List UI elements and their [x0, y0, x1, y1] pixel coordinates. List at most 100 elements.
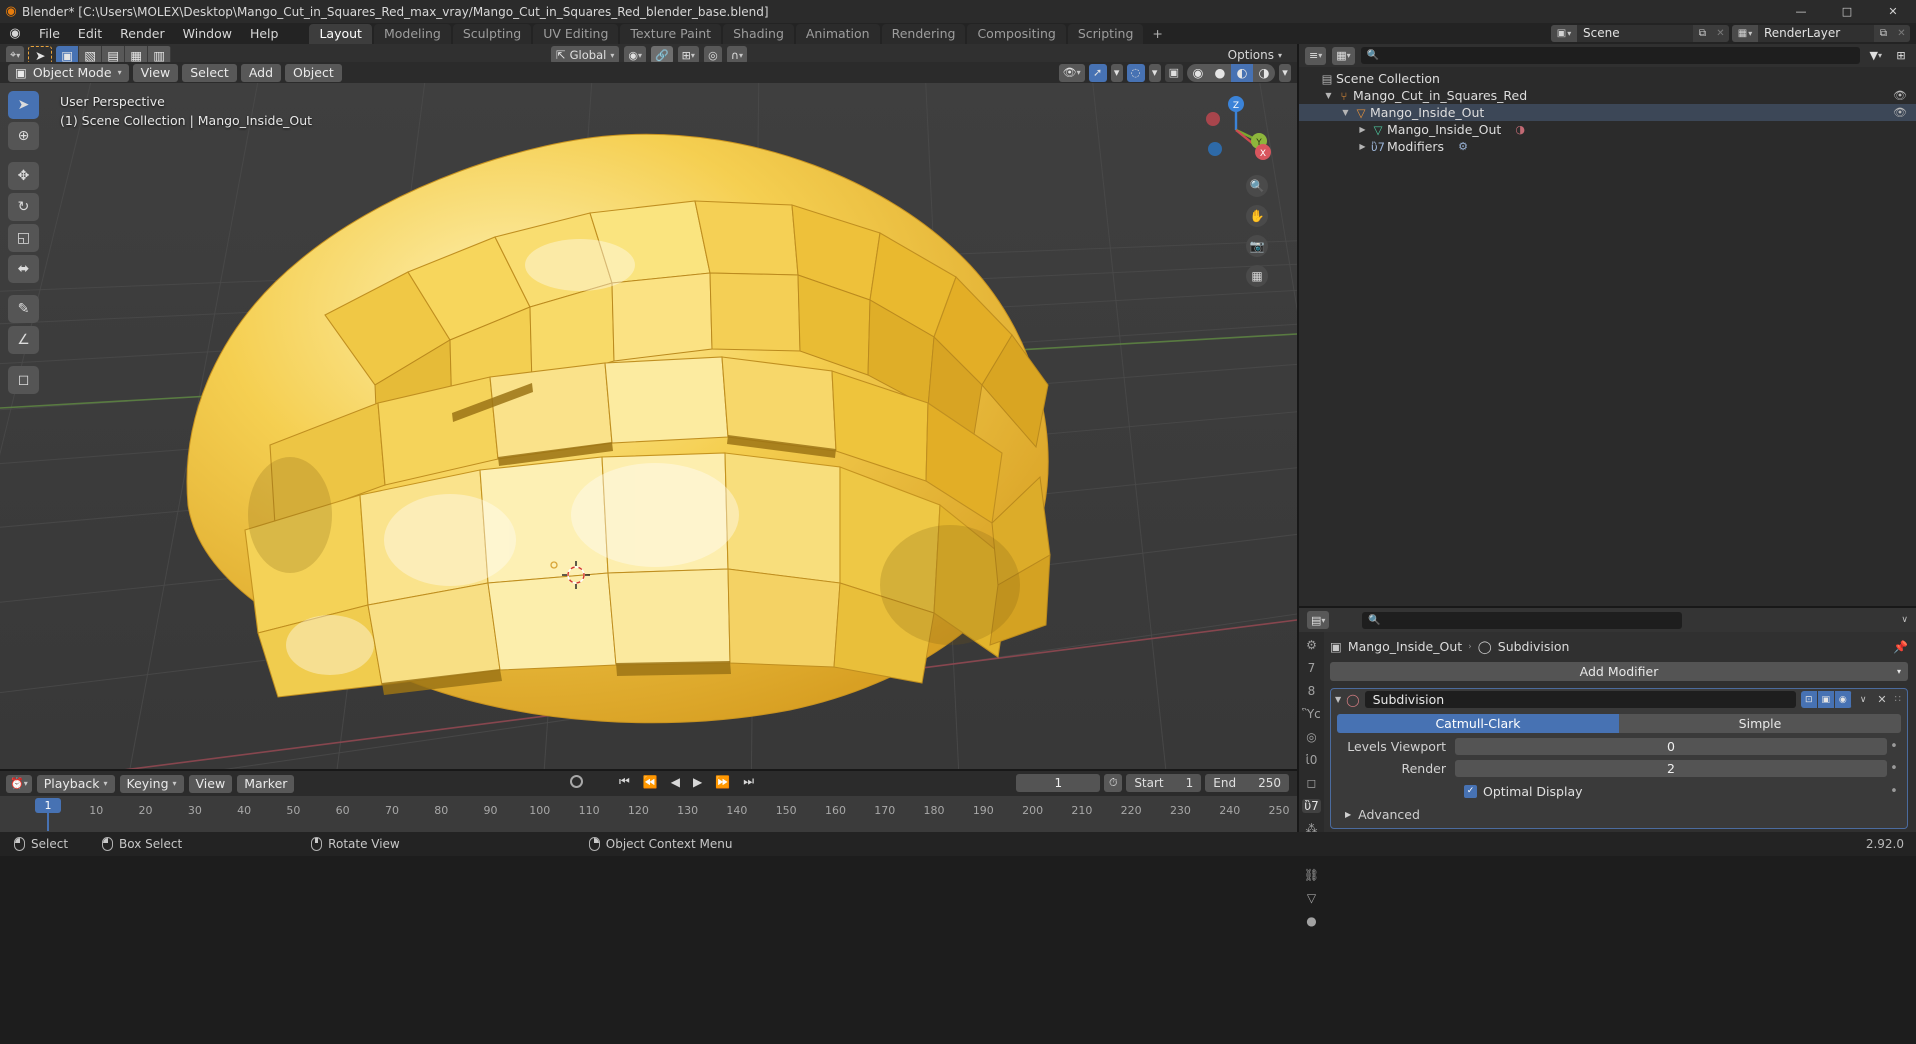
outliner-row[interactable]: ▼ ▽ Mango_Inside_Out 👁 — [1299, 104, 1916, 121]
animate-property-icon[interactable]: • — [1887, 761, 1901, 776]
output-tab[interactable]: ὚8 — [1302, 684, 1321, 698]
viewlayer-name[interactable]: RenderLayer — [1758, 25, 1874, 42]
overlays-icon[interactable]: ◌ — [1127, 64, 1145, 82]
viewport-menu-view[interactable]: View — [133, 64, 179, 82]
breadcrumb-object[interactable]: Mango_Inside_Out — [1348, 639, 1462, 654]
tab-shading[interactable]: Shading — [723, 24, 794, 44]
start-frame-field[interactable]: Start 1 — [1126, 774, 1201, 792]
auto-keying-icon[interactable] — [570, 775, 583, 788]
expand-triangle-icon[interactable]: ▼ — [1339, 108, 1352, 117]
3d-viewport[interactable]: User Perspective (1) Scene Collection | … — [0, 83, 1297, 771]
tab-modeling[interactable]: Modeling — [374, 24, 451, 44]
add-workspace-button[interactable]: + — [1145, 24, 1169, 44]
outliner-row[interactable]: ▶ ▽ Mango_Inside_Out ◑ — [1299, 121, 1916, 138]
jump-to-start-button[interactable]: ⏮ — [619, 774, 630, 789]
modifier-tab[interactable]: ὒ7 — [1302, 799, 1321, 813]
scene-name[interactable]: Scene — [1577, 25, 1693, 42]
hand-pan-icon[interactable]: ✋ — [1246, 205, 1268, 227]
properties-expand-icon[interactable]: ∨ — [1901, 615, 1908, 625]
cursor-tool[interactable]: ⊕ — [8, 122, 39, 150]
annotate-tool[interactable]: ✎ — [8, 295, 39, 323]
tab-scripting[interactable]: Scripting — [1068, 24, 1144, 44]
shading-wireframe-icon[interactable]: ◉ — [1187, 64, 1209, 82]
editor-divider-timeline[interactable] — [0, 769, 1297, 771]
animate-property-icon[interactable]: • — [1887, 739, 1901, 754]
visibility-eye-icon[interactable]: 👁 — [1893, 89, 1907, 102]
edit-mode-cage-toggle[interactable]: ⊡ — [1801, 691, 1818, 708]
visibility-eye-icon[interactable]: 👁 — [1893, 106, 1907, 119]
next-keyframe-button[interactable]: ⏩ — [715, 775, 730, 789]
menu-edit[interactable]: Edit — [69, 24, 111, 43]
new-scene-icon[interactable]: ⧉ — [1693, 25, 1712, 42]
outliner-row[interactable]: ▶ ὒ7 Modifiers ⚙ — [1299, 138, 1916, 155]
properties-search-input[interactable]: 🔍 — [1362, 612, 1682, 629]
realtime-display-toggle[interactable]: ▣ — [1818, 691, 1835, 708]
new-viewlayer-icon[interactable]: ⧉ — [1874, 25, 1893, 42]
expand-triangle-icon[interactable]: ▶ — [1356, 125, 1369, 134]
optimal-display-checkbox[interactable]: ✓ — [1464, 785, 1477, 798]
modifier-extras-icon[interactable]: ∨ — [1857, 695, 1870, 705]
properties-editor-icon[interactable]: ▤ ▾ — [1307, 611, 1329, 629]
zoom-icon[interactable]: 🔍 — [1246, 175, 1268, 197]
timeline-menu-keying[interactable]: Keying ▾ — [120, 775, 184, 793]
close-button[interactable]: ✕ — [1870, 0, 1916, 23]
tab-compositing[interactable]: Compositing — [967, 24, 1065, 44]
catmull-clark-option[interactable]: Catmull-Clark — [1337, 714, 1619, 733]
timeline-menu-marker[interactable]: Marker — [237, 775, 294, 793]
rotate-tool[interactable]: ↻ — [8, 193, 39, 221]
breadcrumb-modifier[interactable]: Subdivision — [1498, 639, 1570, 654]
interaction-mode-selector[interactable]: ▣ Object Mode ▾ — [8, 64, 129, 82]
xray-toggle-icon[interactable]: ▣ — [1165, 64, 1183, 82]
menu-file[interactable]: File — [30, 24, 69, 43]
shading-rendered-icon[interactable]: ◑ — [1253, 64, 1275, 82]
material-tab[interactable]: ● — [1302, 914, 1321, 928]
tab-sculpting[interactable]: Sculpting — [453, 24, 531, 44]
tab-rendering[interactable]: Rendering — [882, 24, 966, 44]
prev-keyframe-button[interactable]: ⏪ — [643, 775, 658, 789]
transform-tool[interactable]: ⬌ — [8, 255, 39, 283]
tool-tab[interactable]: ⚙ — [1302, 638, 1321, 652]
shading-dropdown-icon[interactable]: ▾ — [1279, 64, 1291, 82]
timeline-playhead[interactable]: 1 — [35, 798, 61, 813]
render-tab[interactable]: ὏7 — [1302, 661, 1321, 675]
pin-icon[interactable]: 📌 — [1893, 640, 1908, 654]
maximize-button[interactable]: □ — [1824, 0, 1870, 23]
modifier-delete-icon[interactable]: ✕ — [1874, 693, 1889, 706]
navigation-gizmo[interactable]: Z Y X — [1199, 93, 1273, 167]
expand-triangle-icon[interactable]: ▼ — [1322, 91, 1335, 100]
render-toggle[interactable]: ◉ — [1835, 691, 1852, 708]
data-tab[interactable]: ▽ — [1302, 891, 1321, 905]
levels-viewport-field[interactable]: 0 — [1455, 738, 1887, 755]
menu-help[interactable]: Help — [241, 24, 288, 43]
play-button[interactable]: ▶ — [693, 775, 702, 789]
outliner-search-input[interactable]: 🔍 — [1361, 47, 1860, 64]
scale-tool[interactable]: ◱ — [8, 224, 39, 252]
show-hide-icon[interactable]: 👁 ▾ — [1059, 64, 1085, 82]
constraints-tab[interactable]: ⛓ — [1302, 868, 1321, 882]
new-collection-icon[interactable]: ⊞ — [1892, 47, 1910, 65]
end-frame-field[interactable]: End 250 — [1205, 774, 1289, 792]
overlays-dropdown-icon[interactable]: ▾ — [1149, 64, 1161, 82]
minimize-button[interactable]: — — [1778, 0, 1824, 23]
current-frame-field[interactable]: 1 — [1016, 774, 1100, 792]
expand-triangle-icon[interactable]: ▶ — [1356, 142, 1369, 151]
outliner-row[interactable]: ▼ ⑂ Mango_Cut_in_Squares_Red 👁 — [1299, 87, 1916, 104]
outliner-display-icon[interactable]: ▦ ▾ — [1332, 47, 1354, 65]
timeline-ruler[interactable]: 10 20 30 40 50 60 70 80 90 100 110 120 130 140 150 160 1… — [0, 796, 1297, 832]
advanced-section-toggle[interactable]: ▶ Advanced — [1337, 807, 1901, 822]
outliner-editor-type-icon[interactable]: ≡ ▾ — [1305, 47, 1326, 65]
editor-divider-horizontal[interactable] — [1297, 606, 1916, 608]
shading-solid-icon[interactable]: ● — [1209, 64, 1231, 82]
play-reverse-button[interactable]: ◀ — [671, 775, 680, 789]
viewport-menu-select[interactable]: Select — [182, 64, 237, 82]
shading-material-preview-icon[interactable]: ◐ — [1231, 64, 1253, 82]
tab-layout[interactable]: Layout — [309, 24, 372, 44]
menu-window[interactable]: Window — [174, 24, 241, 43]
menu-render[interactable]: Render — [111, 24, 174, 43]
modifier-name-field[interactable]: Subdivision — [1365, 691, 1796, 708]
jump-to-end-button[interactable]: ⏭ — [743, 774, 754, 789]
ortho-persp-icon[interactable]: ▦ — [1246, 265, 1268, 287]
funnel-filter-icon[interactable]: ▼ ▾ — [1866, 47, 1886, 65]
viewport-menu-object[interactable]: Object — [285, 64, 342, 82]
add-modifier-button[interactable]: Add Modifier ▾ — [1330, 662, 1908, 681]
